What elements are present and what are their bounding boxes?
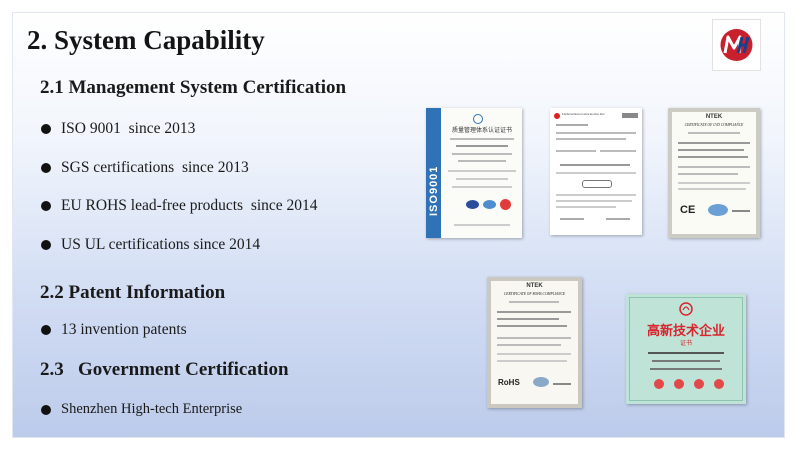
ul-mark-icon xyxy=(582,180,612,188)
text-line xyxy=(454,224,510,226)
text-line xyxy=(556,124,588,126)
svg-text:ISO9001: ISO9001 xyxy=(428,166,440,216)
red-seal-icon xyxy=(714,379,724,389)
certification-seal-icon xyxy=(473,114,483,124)
list-item-text: EU ROHS lead-free products since 2014 xyxy=(61,197,318,214)
text-line xyxy=(458,160,506,162)
ntek-brand-text: NTEK xyxy=(705,114,723,120)
seal-stamp-icon xyxy=(708,204,728,216)
iso9001-certificate-image: ISO9001 质量管理体系认证证书 xyxy=(426,108,522,238)
text-line xyxy=(556,150,596,152)
text-line xyxy=(678,142,750,144)
ntek-brand-text: NTEK xyxy=(526,283,543,289)
page-title: 2. System Capability xyxy=(27,25,265,55)
ul-certificate-image: Underwriters Laboratories Inc. xyxy=(550,108,642,235)
text-line xyxy=(678,166,750,168)
text-line xyxy=(497,318,559,320)
text-line xyxy=(456,178,508,180)
certificate-paper: NTEK CERTIFICATE OF LVD COMPLIANCE CE xyxy=(672,112,756,234)
text-line xyxy=(556,132,636,134)
ce-mark-icon: CE xyxy=(680,204,696,216)
text-line xyxy=(688,132,740,134)
list-item-text: US UL certifications since 2014 xyxy=(61,236,261,253)
text-line xyxy=(497,360,567,362)
lvd-certificate-image: NTEK CERTIFICATE OF LVD COMPLIANCE CE xyxy=(668,108,760,238)
text-line xyxy=(452,153,512,155)
emblem-icon xyxy=(679,302,693,316)
text-line xyxy=(648,352,724,354)
bullet-icon xyxy=(41,404,51,415)
list-item: ISO 9001 since 2013 xyxy=(41,120,195,138)
list-item-text: 13 invention patents xyxy=(61,321,187,338)
iso-vertical-mark: ISO9001 xyxy=(428,166,440,216)
logo-mark-icon xyxy=(720,29,753,61)
bullet-icon xyxy=(41,240,51,250)
section-heading-patent: 2.2 Patent Information xyxy=(40,282,226,303)
list-item-text: Shenzhen High-tech Enterprise xyxy=(61,401,243,417)
company-logo xyxy=(712,19,761,71)
signature-line xyxy=(560,218,584,220)
text-line xyxy=(678,188,746,190)
bullet-icon xyxy=(41,163,51,173)
red-seal-icon xyxy=(674,379,684,389)
text-line xyxy=(678,173,738,175)
bullet-icon xyxy=(41,201,51,211)
text-line xyxy=(560,164,630,166)
rohs-mark-icon: RoHS xyxy=(498,378,520,387)
list-item: EU ROHS lead-free products since 2014 xyxy=(41,197,318,215)
red-seal-icon xyxy=(500,199,511,210)
seal-stamp-icon xyxy=(533,377,549,387)
text-line xyxy=(509,301,559,303)
list-item: US UL certifications since 2014 xyxy=(41,236,260,254)
rohs-certificate-image: NTEK CERTIFICATE OF ROHS COMPLIANCE RoHS xyxy=(487,277,582,408)
text-line xyxy=(678,156,748,158)
text-line xyxy=(678,149,744,151)
list-item: Shenzhen High-tech Enterprise xyxy=(41,401,242,418)
hightech-title: 高新技术企业 xyxy=(646,324,725,339)
list-item: 13 invention patents xyxy=(41,321,187,339)
section-heading-government: 2.3 Government Certification xyxy=(40,359,289,380)
ul-logo-icon xyxy=(554,113,560,119)
text-line xyxy=(556,206,616,208)
text-line xyxy=(497,311,571,313)
text-line xyxy=(556,138,626,140)
ul-brand-text: Underwriters Laboratories Inc. xyxy=(562,112,606,116)
text-line xyxy=(450,138,514,140)
signature-line xyxy=(553,383,571,385)
accreditation-logo-icon xyxy=(483,200,496,209)
text-line xyxy=(497,353,571,355)
accreditation-logo-icon xyxy=(466,200,479,209)
list-item-text: SGS certifications since 2013 xyxy=(61,159,249,176)
hightech-enterprise-certificate-image: 高新技术企业 证书 xyxy=(626,294,746,404)
list-item: SGS certifications since 2013 xyxy=(41,159,249,177)
hightech-subtitle: 证书 xyxy=(679,340,692,347)
bullet-icon xyxy=(41,124,51,134)
red-seal-icon xyxy=(694,379,704,389)
list-item-text: ISO 9001 since 2013 xyxy=(61,120,196,137)
text-line xyxy=(497,325,567,327)
text-line xyxy=(650,368,722,370)
text-line xyxy=(456,145,508,147)
section-heading-management: 2.1 Management System Certification xyxy=(40,77,347,98)
signature-line xyxy=(606,218,630,220)
text-line xyxy=(556,200,632,202)
text-line xyxy=(622,113,638,118)
certificate-paper: NTEK CERTIFICATE OF ROHS COMPLIANCE RoHS xyxy=(491,281,578,404)
text-line xyxy=(448,170,516,172)
text-line xyxy=(497,344,561,346)
text-line xyxy=(652,360,720,362)
text-line xyxy=(556,194,636,196)
red-seal-icon xyxy=(654,379,664,389)
certificate-header: CERTIFICATE OF LVD COMPLIANCE xyxy=(684,123,744,127)
bullet-icon xyxy=(41,325,51,335)
certificate-header: 质量管理体系认证证书 xyxy=(451,128,512,134)
text-line xyxy=(497,337,571,339)
text-line xyxy=(600,150,636,152)
text-line xyxy=(452,186,512,188)
signature-line xyxy=(732,210,750,212)
certificate-header: CERTIFICATE OF ROHS COMPLIANCE xyxy=(503,292,566,296)
slide: 2. System Capability 2.1 Management Syst… xyxy=(13,13,784,437)
text-line xyxy=(678,182,750,184)
text-line xyxy=(556,172,636,174)
